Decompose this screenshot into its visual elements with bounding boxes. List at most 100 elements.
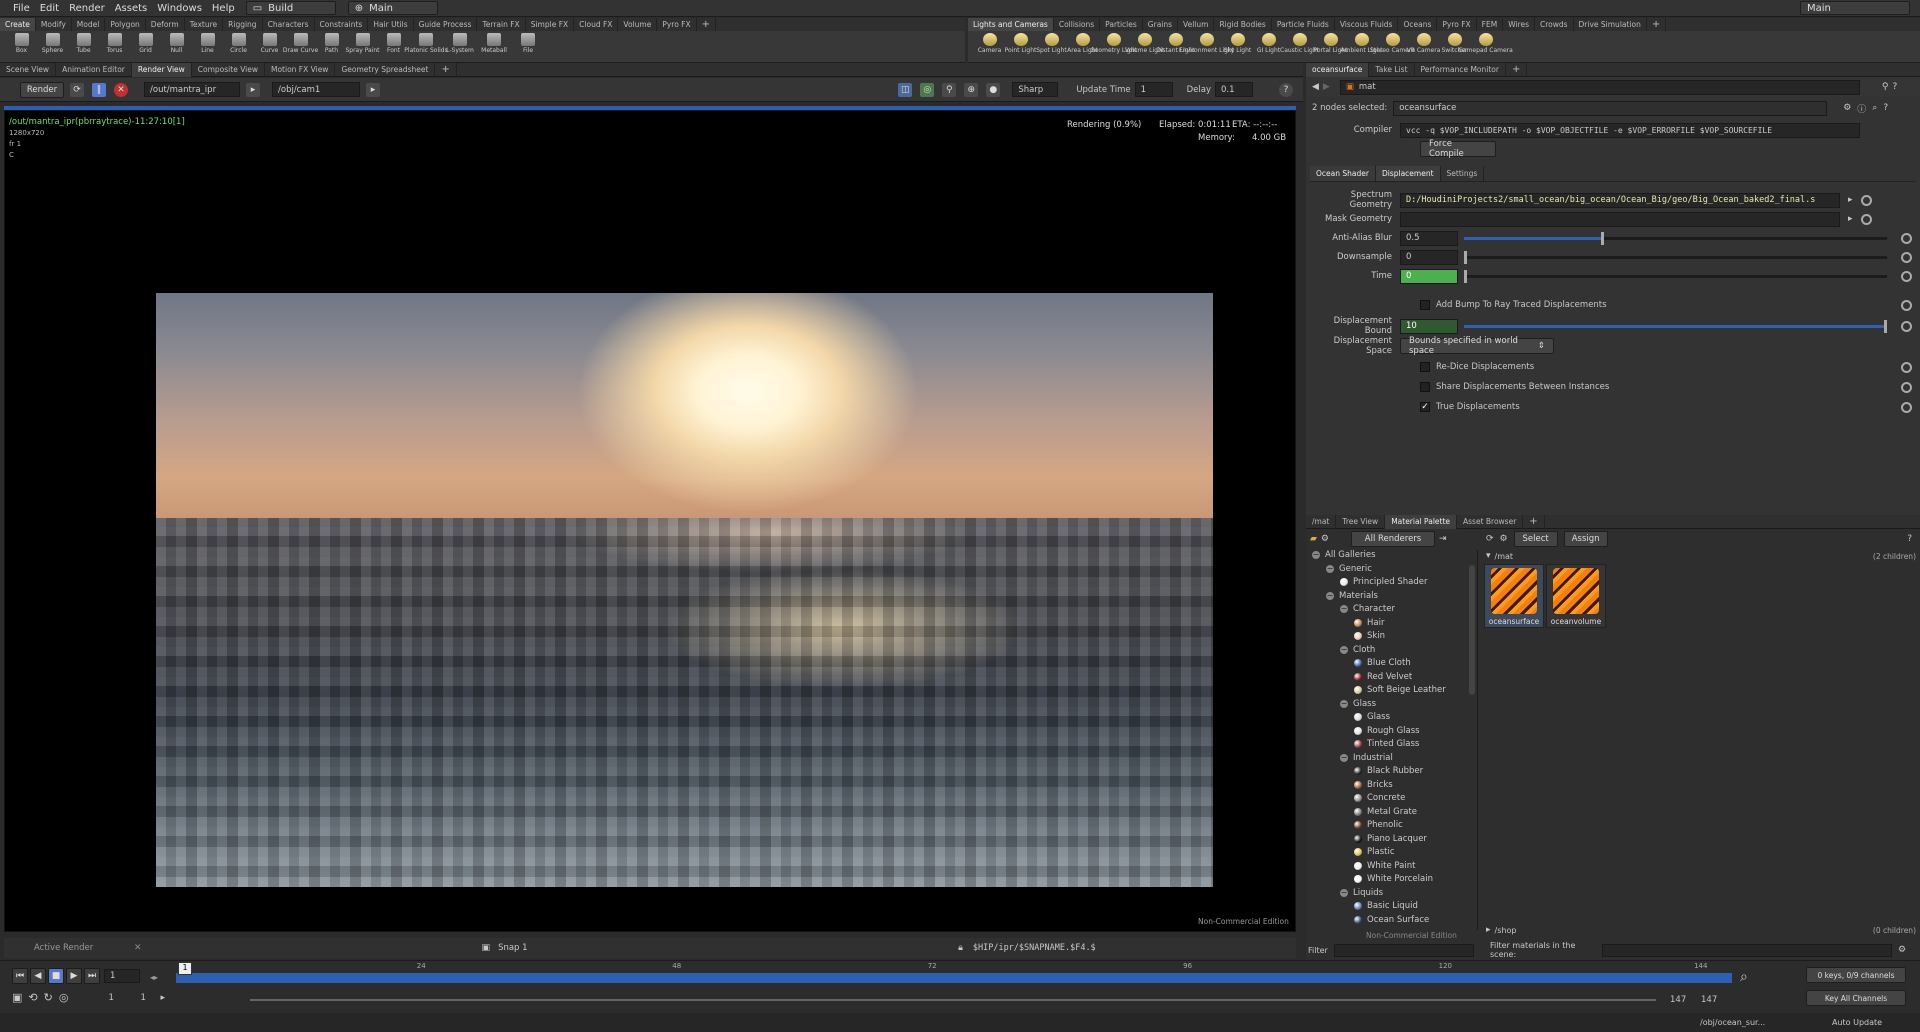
forward-arrow-icon[interactable]: ▶ xyxy=(1323,82,1330,92)
tool-curve[interactable]: Curve xyxy=(254,31,285,63)
rendered-image[interactable] xyxy=(156,293,1213,887)
spectrum-gear-icon[interactable] xyxy=(1860,194,1872,206)
rop-chooser-icon[interactable]: ▸ xyxy=(246,82,260,97)
gallery-item-phenolic[interactable]: Phenolic xyxy=(1354,820,1403,830)
desktop-selector[interactable]: ▭ Build xyxy=(245,1,336,15)
menu-assets[interactable]: Assets xyxy=(110,0,153,17)
gallery-folder-character[interactable]: − Character xyxy=(1340,604,1395,614)
shelf-tab-hair-utils[interactable]: Hair Utils xyxy=(368,18,414,31)
tool-box[interactable]: Box xyxy=(6,31,37,63)
gallery-folder-all-galleries[interactable]: − All Galleries xyxy=(1312,550,1376,560)
tool-caustic-light[interactable]: Caustic Light xyxy=(1280,31,1319,63)
pane-tab-render-view[interactable]: Render View xyxy=(131,62,192,77)
update-time-field[interactable]: 1 xyxy=(1134,82,1173,97)
gallery-item-concrete[interactable]: Concrete xyxy=(1354,793,1405,803)
tool-sphere[interactable]: Sphere xyxy=(37,31,68,63)
shelf-tab-pyro-fx[interactable]: Pyro FX xyxy=(657,18,697,31)
shelf-tab-rigging[interactable]: Rigging xyxy=(223,18,263,31)
auto-update-label[interactable]: Auto Update xyxy=(1832,1018,1882,1027)
active-render-label[interactable]: Active Render xyxy=(34,943,134,953)
region-icon[interactable]: ◫ xyxy=(898,82,913,97)
bound-field[interactable]: 10 xyxy=(1400,318,1458,334)
gallery-item-piano-lacquer[interactable]: Piano Lacquer xyxy=(1354,834,1427,844)
gallery-item-basic-liquid[interactable]: Basic Liquid xyxy=(1354,901,1418,911)
shelf-tab-characters[interactable]: Characters xyxy=(263,18,315,31)
tool-file[interactable]: File xyxy=(511,31,545,63)
menu-file[interactable]: File xyxy=(8,0,35,17)
help-circle-icon[interactable]: ? xyxy=(1883,103,1888,113)
start-frame[interactable]: 1 xyxy=(108,993,140,1003)
shelf-tab-terrain-fx[interactable]: Terrain FX xyxy=(477,18,526,31)
shelf-tab-fem[interactable]: FEM xyxy=(1477,18,1504,31)
keys-status[interactable]: 0 keys, 0/9 channels xyxy=(1806,967,1906,983)
bump-checkbox[interactable] xyxy=(1420,300,1430,310)
menu-help[interactable]: Help xyxy=(207,0,240,17)
tool-tube[interactable]: Tube xyxy=(68,31,99,63)
shelf-tab-pyro-fx[interactable]: Pyro FX xyxy=(1437,18,1477,31)
add-bottom-tab-icon[interactable]: + xyxy=(1523,514,1545,529)
end-frame[interactable]: 147 xyxy=(1701,995,1717,1005)
param-tab-displacement[interactable]: Displacement xyxy=(1375,166,1441,181)
gallery-item-black-rubber[interactable]: Black Rubber xyxy=(1354,766,1423,776)
shelf-tab-create[interactable]: Create xyxy=(0,18,36,31)
shelf-tab-wires[interactable]: Wires xyxy=(1503,18,1535,31)
pane-tab-composite-view[interactable]: Composite View xyxy=(192,62,265,77)
back-arrow-icon[interactable]: ◀ xyxy=(1312,82,1319,92)
mask-chooser-icon[interactable]: ▸ xyxy=(1848,214,1853,224)
right-tab-performance-monitor[interactable]: Performance Monitor xyxy=(1415,62,1506,77)
compiler-field[interactable]: vcc -q $VOP_INCLUDEPATH -o $VOP_OBJECTFI… xyxy=(1400,122,1860,138)
material-tile-oceanvolume[interactable]: oceanvolume xyxy=(1546,564,1606,628)
collapse-circle-icon[interactable]: − xyxy=(1326,564,1334,573)
gallery-item-bricks[interactable]: Bricks xyxy=(1354,780,1393,790)
current-frame-field[interactable]: 1 xyxy=(104,969,140,983)
tool-camera[interactable]: Camera xyxy=(974,31,1005,63)
gallery-item-plastic[interactable]: Plastic xyxy=(1354,847,1395,857)
step-buttons[interactable]: ◂▸ xyxy=(150,973,158,982)
material-tile-oceansurface[interactable]: oceansurface xyxy=(1484,564,1544,628)
add-shelf-tab-right-icon[interactable]: + xyxy=(1647,18,1667,31)
gallery-item-hair[interactable]: Hair xyxy=(1354,618,1384,628)
render-viewport[interactable]: /out/mantra_ipr(pbrraytrace)-11:27:10[1]… xyxy=(4,110,1296,932)
tool-environment-light[interactable]: Environment Light xyxy=(1179,31,1234,63)
tool-platonic-solids[interactable]: Platonic Solids xyxy=(404,31,448,63)
timeline-bar[interactable] xyxy=(176,973,1732,983)
downsample-gear-icon[interactable] xyxy=(1901,251,1912,263)
shelf-tab-collisions[interactable]: Collisions xyxy=(1054,18,1101,31)
gallery-item-white-paint[interactable]: White Paint xyxy=(1354,861,1415,871)
render-button[interactable]: Render xyxy=(20,81,64,98)
shelf-tab-cloud-fx[interactable]: Cloud FX xyxy=(574,18,619,31)
shelf-tab-particles[interactable]: Particles xyxy=(1100,18,1143,31)
snap-camera-icon[interactable]: ▣ xyxy=(482,943,491,953)
status-path[interactable]: /obj/ocean_sur... xyxy=(1700,1018,1820,1027)
gallery-item-ocean-surface[interactable]: Ocean Surface xyxy=(1354,915,1429,925)
collapse-circle-icon[interactable]: − xyxy=(1340,888,1348,897)
gallery-item-metal-grate[interactable]: Metal Grate xyxy=(1354,807,1417,817)
renderers-select[interactable]: All Renderers xyxy=(1351,531,1435,547)
range-start-arrow-icon[interactable]: ▸ xyxy=(160,993,165,1003)
tool-stereo-camera[interactable]: Stereo Camera xyxy=(1370,31,1415,63)
time-field[interactable]: 0 xyxy=(1400,268,1458,284)
gallery-folder-glass[interactable]: − Glass xyxy=(1340,699,1376,709)
scene-refresh-icon[interactable]: ⟳ xyxy=(1486,534,1494,544)
shelf-tab-texture[interactable]: Texture xyxy=(185,18,224,31)
true-gear-icon[interactable] xyxy=(1901,401,1912,413)
bound-gear-icon[interactable] xyxy=(1901,320,1912,332)
time-gear-icon[interactable] xyxy=(1901,270,1912,282)
shelf-tab-model[interactable]: Model xyxy=(72,18,106,31)
quality-select[interactable]: Sharp xyxy=(1012,82,1059,97)
scene-gear-icon[interactable]: ⚙ xyxy=(1500,534,1508,544)
pin-icon[interactable]: ⚲ xyxy=(942,82,957,97)
redice-checkbox[interactable] xyxy=(1420,362,1430,372)
tool-circle[interactable]: Circle xyxy=(223,31,254,63)
gallery-item-soft-beige-leather[interactable]: Soft Beige Leather xyxy=(1354,685,1446,695)
collapse-circle-icon[interactable]: − xyxy=(1340,699,1348,708)
collapse-circle-icon[interactable]: − xyxy=(1312,551,1320,559)
gallery-item-tinted-glass[interactable]: Tinted Glass xyxy=(1354,739,1419,749)
pane-tab-motion-fx-view[interactable]: Motion FX View xyxy=(265,62,336,77)
gallery-item-rough-glass[interactable]: Rough Glass xyxy=(1354,726,1420,736)
tool-path[interactable]: Path xyxy=(316,31,347,63)
gallery-item-principled-shader[interactable]: Principled Shader xyxy=(1340,577,1427,587)
add-pane-tab-icon[interactable]: + xyxy=(435,62,457,77)
shelf-tab-particle-fluids[interactable]: Particle Fluids xyxy=(1272,18,1335,31)
time-slider[interactable] xyxy=(1464,269,1887,283)
